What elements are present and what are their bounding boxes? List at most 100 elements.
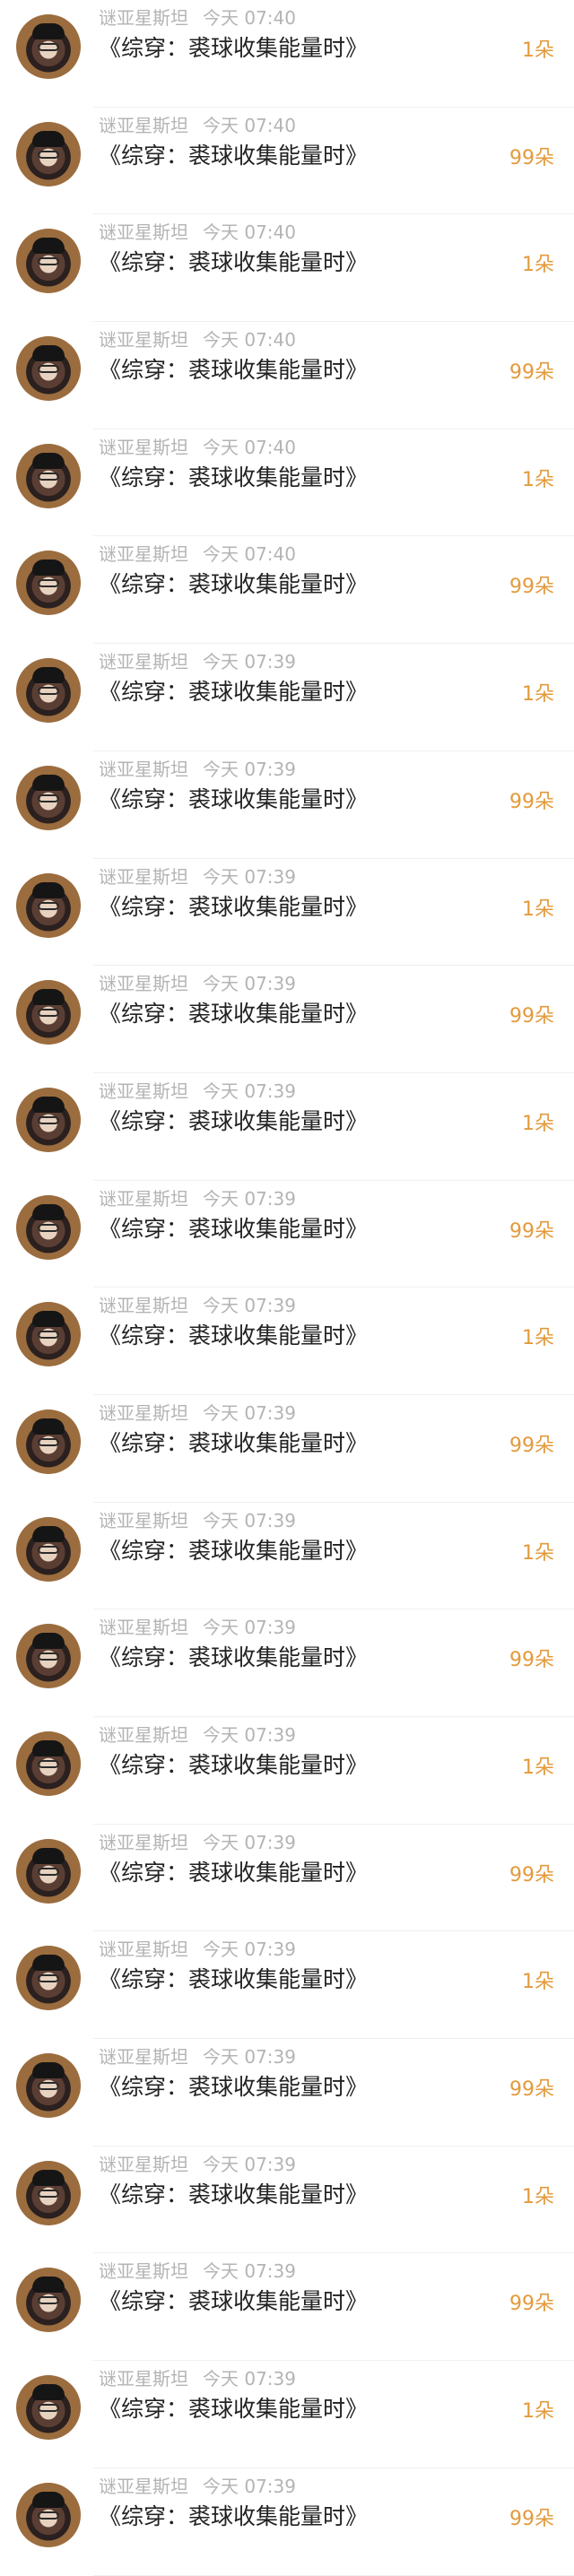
avatar[interactable] [16,229,81,294]
avatar[interactable] [16,1087,81,1152]
book-title[interactable]: 《综穿：裘球收集能量时》 [99,1104,368,1136]
username[interactable]: 谜亚星斯坦 [99,7,188,29]
list-item[interactable]: 谜亚星斯坦 今天 07:39 《综穿：裘球收集能量时》 1朵 [0,859,574,967]
avatar[interactable] [16,2375,81,2441]
book-title[interactable]: 《综穿：裘球收集能量时》 [99,245,368,277]
avatar[interactable] [16,1838,81,1904]
list-item[interactable]: 谜亚星斯坦 今天 07:40 《综穿：裘球收集能量时》 1朵 [0,0,574,108]
book-title[interactable]: 《综穿：裘球收集能量时》 [99,782,368,814]
book-title[interactable]: 《综穿：裘球收集能量时》 [99,1640,368,1672]
book-title[interactable]: 《综穿：裘球收集能量时》 [99,1318,368,1350]
avatar[interactable] [16,14,81,79]
item-meta: 谜亚星斯坦 今天 07:40 [99,111,296,137]
book-title[interactable]: 《综穿：裘球收集能量时》 [99,2069,368,2102]
list-item[interactable]: 谜亚星斯坦 今天 07:39 《综穿：裘球收集能量时》 99朵 [0,2468,574,2576]
username[interactable]: 谜亚星斯坦 [99,1939,188,1960]
item-meta: 谜亚星斯坦 今天 07:39 [99,2472,296,2498]
book-title[interactable]: 《综穿：裘球收集能量时》 [99,2284,368,2316]
username[interactable]: 谜亚星斯坦 [99,1510,188,1531]
timestamp: 今天 07:39 [203,758,296,780]
avatar[interactable] [16,121,81,186]
avatar[interactable] [16,1731,81,1796]
username[interactable]: 谜亚星斯坦 [99,2476,188,2497]
list-item[interactable]: 谜亚星斯坦 今天 07:39 《综穿：裘球收集能量时》 99朵 [0,2253,574,2361]
list-item[interactable]: 谜亚星斯坦 今天 07:39 《综穿：裘球收集能量时》 1朵 [0,2147,574,2254]
book-title[interactable]: 《综穿：裘球收集能量时》 [99,889,368,922]
username[interactable]: 谜亚星斯坦 [99,329,188,351]
username[interactable]: 谜亚星斯坦 [99,973,188,994]
book-title[interactable]: 《综穿：裘球收集能量时》 [99,567,368,599]
avatar[interactable] [16,1624,81,1689]
book-title[interactable]: 《综穿：裘球收集能量时》 [99,1533,368,1566]
list-item[interactable]: 谜亚星斯坦 今天 07:39 《综穿：裘球收集能量时》 1朵 [0,1288,574,1395]
list-item[interactable]: 谜亚星斯坦 今天 07:39 《综穿：裘球收集能量时》 99朵 [0,966,574,1073]
avatar[interactable] [16,443,81,508]
book-title[interactable]: 《综穿：裘球收集能量时》 [99,352,368,385]
list-item[interactable]: 谜亚星斯坦 今天 07:40 《综穿：裘球收集能量时》 99朵 [0,322,574,429]
avatar[interactable] [16,1516,81,1582]
book-title[interactable]: 《综穿：裘球收集能量时》 [99,138,368,170]
book-title[interactable]: 《综穿：裘球收集能量时》 [99,1855,368,1887]
username[interactable]: 谜亚星斯坦 [99,2368,188,2390]
book-title[interactable]: 《综穿：裘球收集能量时》 [99,996,368,1028]
avatar[interactable] [16,1302,81,1367]
list-item[interactable]: 谜亚星斯坦 今天 07:39 《综穿：裘球收集能量时》 99朵 [0,1825,574,1932]
book-title[interactable]: 《综穿：裘球收集能量时》 [99,460,368,492]
list-item[interactable]: 谜亚星斯坦 今天 07:39 《综穿：裘球收集能量时》 1朵 [0,2361,574,2468]
list-item[interactable]: 谜亚星斯坦 今天 07:39 《综穿：裘球收集能量时》 99朵 [0,1181,574,1288]
avatar[interactable] [16,336,81,402]
list-item[interactable]: 谜亚星斯坦 今天 07:39 《综穿：裘球收集能量时》 1朵 [0,1931,574,2039]
list-item[interactable]: 谜亚星斯坦 今天 07:39 《综穿：裘球收集能量时》 99朵 [0,2039,574,2147]
username[interactable]: 谜亚星斯坦 [99,543,188,565]
username[interactable]: 谜亚星斯坦 [99,759,188,780]
book-title[interactable]: 《综穿：裘球收集能量时》 [99,1211,368,1244]
list-item[interactable]: 谜亚星斯坦 今天 07:39 《综穿：裘球收集能量时》 1朵 [0,644,574,751]
avatar[interactable] [16,658,81,724]
avatar[interactable] [16,551,81,616]
username[interactable]: 谜亚星斯坦 [99,1832,188,1853]
username[interactable]: 谜亚星斯坦 [99,2046,188,2068]
list-item[interactable]: 谜亚星斯坦 今天 07:40 《综穿：裘球收集能量时》 99朵 [0,536,574,644]
list-item[interactable]: 谜亚星斯坦 今天 07:39 《综穿：裘球收集能量时》 99朵 [0,751,574,859]
list-item[interactable]: 谜亚星斯坦 今天 07:39 《综穿：裘球收集能量时》 99朵 [0,1395,574,1503]
book-title[interactable]: 《综穿：裘球收集能量时》 [99,2177,368,2209]
avatar[interactable] [16,2160,81,2225]
username[interactable]: 谜亚星斯坦 [99,1188,188,1210]
list-item[interactable]: 谜亚星斯坦 今天 07:40 《综穿：裘球收集能量时》 1朵 [0,214,574,322]
username[interactable]: 谜亚星斯坦 [99,2154,188,2175]
avatar[interactable] [16,2053,81,2119]
username[interactable]: 谜亚星斯坦 [99,115,188,136]
username[interactable]: 谜亚星斯坦 [99,437,188,458]
avatar[interactable] [16,872,81,938]
avatar[interactable] [16,2482,81,2547]
book-title[interactable]: 《综穿：裘球收集能量时》 [99,30,368,63]
username[interactable]: 谜亚星斯坦 [99,1617,188,1638]
username[interactable]: 谜亚星斯坦 [99,1295,188,1316]
book-title[interactable]: 《综穿：裘球收集能量时》 [99,1962,368,1994]
avatar[interactable] [16,2268,81,2333]
list-item[interactable]: 谜亚星斯坦 今天 07:39 《综穿：裘球收集能量时》 1朵 [0,1717,574,1825]
avatar[interactable] [16,765,81,830]
username[interactable]: 谜亚星斯坦 [99,2260,188,2282]
username[interactable]: 谜亚星斯坦 [99,221,188,243]
book-title[interactable]: 《综穿：裘球收集能量时》 [99,1748,368,1780]
username[interactable]: 谜亚星斯坦 [99,1724,188,1746]
list-item[interactable]: 谜亚星斯坦 今天 07:40 《综穿：裘球收集能量时》 1朵 [0,429,574,537]
book-title[interactable]: 《综穿：裘球收集能量时》 [99,1426,368,1458]
avatar[interactable] [16,1409,81,1474]
avatar[interactable] [16,1194,81,1260]
list-item[interactable]: 谜亚星斯坦 今天 07:39 《综穿：裘球收集能量时》 1朵 [0,1073,574,1181]
list-item[interactable]: 谜亚星斯坦 今天 07:40 《综穿：裘球收集能量时》 99朵 [0,108,574,215]
list-item[interactable]: 谜亚星斯坦 今天 07:39 《综穿：裘球收集能量时》 99朵 [0,1609,574,1717]
book-title[interactable]: 《综穿：裘球收集能量时》 [99,2391,368,2424]
username[interactable]: 谜亚星斯坦 [99,1080,188,1102]
username[interactable]: 谜亚星斯坦 [99,1402,188,1424]
book-title[interactable]: 《综穿：裘球收集能量时》 [99,2499,368,2531]
avatar[interactable] [16,980,81,1045]
list-item[interactable]: 谜亚星斯坦 今天 07:39 《综穿：裘球收集能量时》 1朵 [0,1503,574,1610]
book-title[interactable]: 《综穿：裘球收集能量时》 [99,674,368,707]
username[interactable]: 谜亚星斯坦 [99,866,188,888]
username[interactable]: 谜亚星斯坦 [99,651,188,672]
item-meta: 谜亚星斯坦 今天 07:40 [99,4,296,30]
avatar[interactable] [16,1946,81,2011]
